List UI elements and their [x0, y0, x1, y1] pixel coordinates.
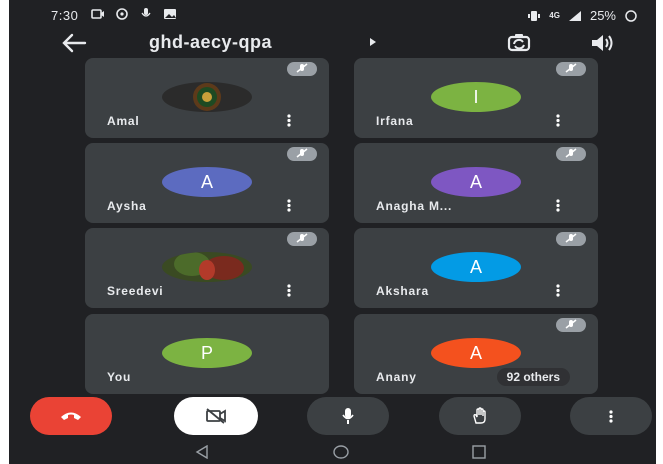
nav-back-icon[interactable]	[195, 445, 209, 459]
raise-hand-icon	[473, 407, 486, 424]
profile-photo-avatar	[162, 252, 252, 282]
mic-muted-icon	[287, 62, 317, 76]
more-options-icon	[609, 409, 613, 423]
mic-status-icon	[141, 8, 151, 17]
more-vert-icon[interactable]	[556, 114, 560, 127]
system-navigation-bar	[9, 440, 656, 464]
initial-avatar: A	[162, 167, 252, 197]
more-vert-icon[interactable]	[556, 199, 560, 212]
status-bar: 7:30 4G 25%	[9, 0, 656, 32]
whatsapp-icon	[116, 8, 128, 20]
camera-toggle-button[interactable]	[174, 397, 258, 435]
participant-tile-anagha[interactable]: A Anagha M...	[354, 143, 598, 223]
cast-icon	[91, 9, 104, 19]
participant-name: Amal	[107, 114, 140, 128]
others-count-badge[interactable]: 92 others	[496, 368, 570, 386]
more-vert-icon[interactable]	[287, 114, 291, 127]
initial-avatar: A	[431, 252, 521, 282]
mic-icon	[342, 408, 354, 424]
more-options-button[interactable]	[570, 397, 652, 435]
participant-tile-sreedevi[interactable]: Sreedevi	[85, 228, 329, 308]
network-type: 4G	[549, 11, 560, 20]
notification-icons	[91, 8, 177, 20]
mic-muted-icon	[556, 232, 586, 246]
participant-tile-akshara[interactable]: A Akshara	[354, 228, 598, 308]
camera-off-icon	[206, 408, 226, 424]
participant-tile-aysha[interactable]: A Aysha	[85, 143, 329, 223]
mic-muted-icon	[287, 232, 317, 246]
meet-call-screen: 7:30 4G 25% ghd-aecy-qpa Amal I Irfana A…	[9, 0, 656, 464]
participant-name: Anany	[376, 370, 417, 384]
raise-hand-button[interactable]	[439, 397, 521, 435]
initial-avatar: P	[162, 338, 252, 368]
back-arrow-icon[interactable]	[61, 32, 87, 54]
end-call-button[interactable]	[30, 397, 112, 435]
meeting-header: ghd-aecy-qpa	[9, 30, 656, 58]
system-icons: 4G 25%	[527, 8, 638, 23]
signal-icon	[568, 10, 581, 21]
speaker-icon[interactable]	[590, 32, 614, 54]
participant-name: Aysha	[107, 199, 147, 213]
battery-icon	[625, 9, 637, 22]
more-vert-icon[interactable]	[556, 284, 560, 297]
meeting-info-arrow-icon[interactable]	[369, 37, 377, 47]
nav-home-icon[interactable]	[333, 445, 349, 459]
participant-name: Anagha M...	[376, 199, 453, 213]
mic-muted-icon	[287, 147, 317, 161]
participant-tile-others[interactable]: A Anany 92 others	[354, 314, 598, 394]
end-call-icon	[61, 412, 81, 420]
initial-avatar: I	[431, 82, 521, 112]
more-vert-icon[interactable]	[287, 284, 291, 297]
status-time: 7:30	[51, 8, 79, 23]
initial-avatar: A	[431, 167, 521, 197]
gallery-icon	[164, 9, 176, 19]
more-vert-icon[interactable]	[287, 199, 291, 212]
mic-muted-icon	[556, 318, 586, 332]
meeting-code[interactable]: ghd-aecy-qpa	[149, 32, 272, 53]
nav-recents-icon[interactable]	[472, 445, 486, 459]
participant-name: You	[107, 370, 132, 384]
mic-muted-icon	[556, 62, 586, 76]
profile-photo-avatar	[162, 82, 252, 112]
participant-name: Sreedevi	[107, 284, 164, 298]
vibrate-icon	[528, 10, 541, 21]
participant-name: Irfana	[376, 114, 414, 128]
mic-muted-icon	[556, 147, 586, 161]
participant-tile-irfana[interactable]: I Irfana	[354, 58, 598, 138]
battery-percent: 25%	[589, 8, 616, 23]
microphone-button[interactable]	[307, 397, 389, 435]
switch-camera-icon[interactable]	[506, 32, 532, 54]
participant-tile-you[interactable]: P You	[85, 314, 329, 394]
participant-name: Akshara	[376, 284, 429, 298]
call-controls	[9, 397, 656, 435]
participant-tile-amal[interactable]: Amal	[85, 58, 329, 138]
initial-avatar: A	[431, 338, 521, 368]
